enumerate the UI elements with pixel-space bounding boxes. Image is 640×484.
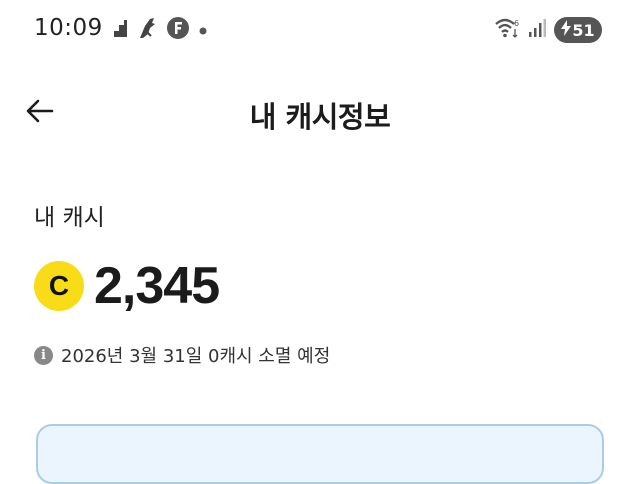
- dot-icon: [198, 21, 208, 40]
- info-icon: i: [34, 345, 53, 365]
- expire-notice: i 2026년 3월 31일 0캐시 소멸 예정: [34, 342, 330, 368]
- app-f-icon: [166, 16, 190, 44]
- status-time: 10:09: [34, 15, 103, 41]
- bird-icon: [136, 16, 158, 44]
- status-system-icons: 6 51: [494, 16, 602, 44]
- stairs-icon: [106, 17, 128, 43]
- expire-text: 2026년 3월 31일 0캐시 소멸 예정: [61, 346, 331, 367]
- app-bar: 내 캐시정보: [0, 84, 640, 142]
- cash-label: 내 캐시: [34, 205, 105, 231]
- cash-balance: C 2,345: [34, 256, 220, 316]
- info-card[interactable]: [36, 424, 604, 484]
- page-title: 내 캐시정보: [249, 100, 391, 134]
- battery-level: 51: [572, 20, 595, 40]
- status-bar: 10:09 6 51: [0, 0, 640, 60]
- wifi-icon: 6: [494, 17, 520, 43]
- cash-amount: 2,345: [94, 257, 220, 315]
- battery-indicator: 51: [554, 17, 602, 43]
- charging-bolt-icon: [561, 20, 572, 40]
- status-notification-icons: [106, 17, 208, 43]
- signal-icon: [528, 18, 546, 42]
- coin-icon: C: [34, 261, 84, 311]
- svg-text:6: 6: [514, 19, 519, 28]
